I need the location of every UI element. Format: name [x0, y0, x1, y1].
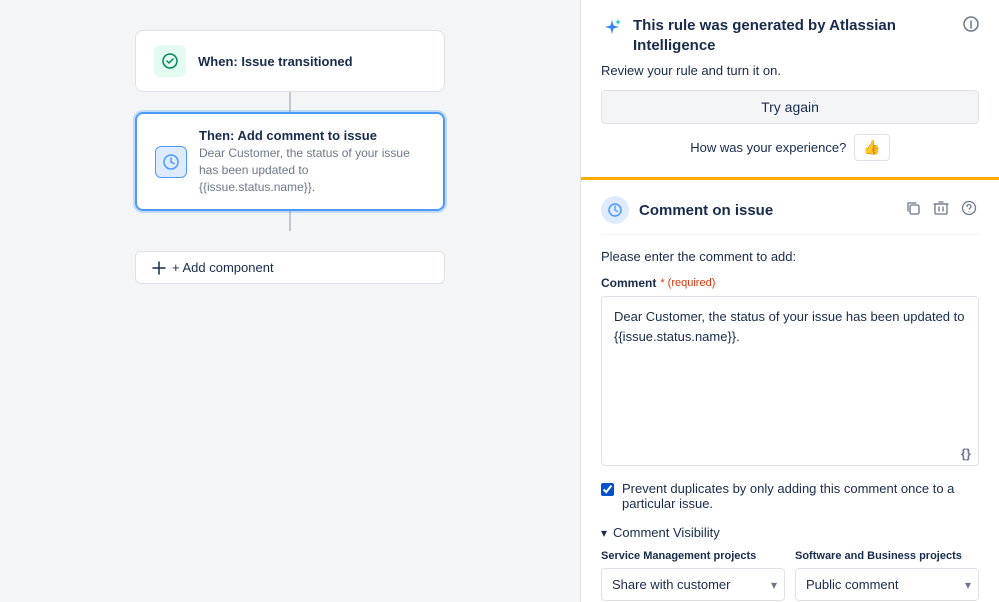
right-panel: This rule was generated by Atlassian Int… [580, 0, 999, 602]
comment-section-icon [601, 196, 629, 224]
then-card-text: Then: Add comment to issue Dear Customer… [199, 128, 425, 195]
when-card[interactable]: When: Issue transitioned [135, 30, 445, 92]
software-business-col-label: Software and Business projects [795, 550, 979, 562]
comment-field-label: Comment [601, 276, 656, 290]
then-card-subtitle: Dear Customer, the status of your issue … [199, 145, 425, 195]
try-again-button[interactable]: Try again [601, 90, 979, 124]
visibility-columns: Service Management projects Share with c… [601, 550, 979, 601]
add-component-label: + Add component [172, 260, 274, 275]
then-card[interactable]: Then: Add comment to issue Dear Customer… [135, 112, 445, 211]
prevent-duplicates-label: Prevent duplicates by only adding this c… [622, 481, 979, 511]
service-management-select-wrapper: Share with customer Internal note Public… [601, 568, 785, 601]
comment-label-row: Comment * (required) [601, 276, 979, 290]
section-actions [903, 198, 979, 223]
prevent-duplicates-checkbox[interactable] [601, 483, 614, 496]
comment-textarea[interactable] [601, 296, 979, 466]
service-management-col: Service Management projects Share with c… [601, 550, 785, 601]
ai-sparkle-icon [601, 18, 623, 43]
copy-icon-button[interactable] [903, 198, 923, 223]
visibility-body: Service Management projects Share with c… [601, 550, 979, 601]
then-card-icon [155, 146, 187, 178]
service-management-select[interactable]: Share with customer Internal note Public… [601, 568, 785, 601]
ai-banner-title: This rule was generated by Atlassian Int… [633, 16, 953, 55]
service-management-col-label: Service Management projects [601, 550, 785, 562]
help-icon-button[interactable] [959, 198, 979, 223]
info-icon[interactable] [963, 16, 979, 37]
comment-section: Comment on issue [581, 180, 999, 602]
section-header: Comment on issue [601, 196, 979, 235]
left-panel: When: Issue transitioned Then: Add comme… [0, 0, 580, 602]
delete-icon-button[interactable] [931, 198, 951, 223]
connector-line-1 [289, 92, 291, 112]
software-business-select-wrapper: Public comment Internal note ▾ [795, 568, 979, 601]
ai-banner-description: Review your rule and turn it on. [601, 63, 979, 78]
textarea-wrapper: {} [601, 296, 979, 469]
flow-container: When: Issue transitioned Then: Add comme… [135, 30, 445, 284]
add-component-button[interactable]: + Add component [135, 251, 445, 284]
visibility-section: ▾ Comment Visibility Service Management … [601, 525, 979, 601]
connector-line-2 [289, 211, 291, 231]
experience-label: How was your experience? [690, 140, 846, 155]
when-card-text: When: Issue transitioned [198, 54, 353, 69]
comment-description: Please enter the comment to add: [601, 249, 979, 264]
visibility-label: Comment Visibility [613, 525, 720, 540]
when-card-title: When: Issue transitioned [198, 54, 353, 69]
then-card-title: Then: Add comment to issue [199, 128, 425, 143]
software-business-col: Software and Business projects Public co… [795, 550, 979, 601]
experience-row: How was your experience? 👍 [601, 134, 979, 161]
plus-icon [152, 261, 166, 275]
required-badge: * (required) [660, 277, 715, 289]
comment-section-title: Comment on issue [639, 202, 893, 219]
chevron-down-icon: ▾ [601, 526, 607, 540]
software-business-select[interactable]: Public comment Internal note [795, 568, 979, 601]
thumbs-up-button[interactable]: 👍 [854, 134, 889, 161]
prevent-duplicates-row: Prevent duplicates by only adding this c… [601, 481, 979, 511]
ai-banner-header: This rule was generated by Atlassian Int… [601, 16, 979, 55]
when-card-icon [154, 45, 186, 77]
template-variables-icon[interactable]: {} [961, 446, 971, 461]
visibility-toggle[interactable]: ▾ Comment Visibility [601, 525, 979, 540]
ai-banner: This rule was generated by Atlassian Int… [581, 0, 999, 180]
